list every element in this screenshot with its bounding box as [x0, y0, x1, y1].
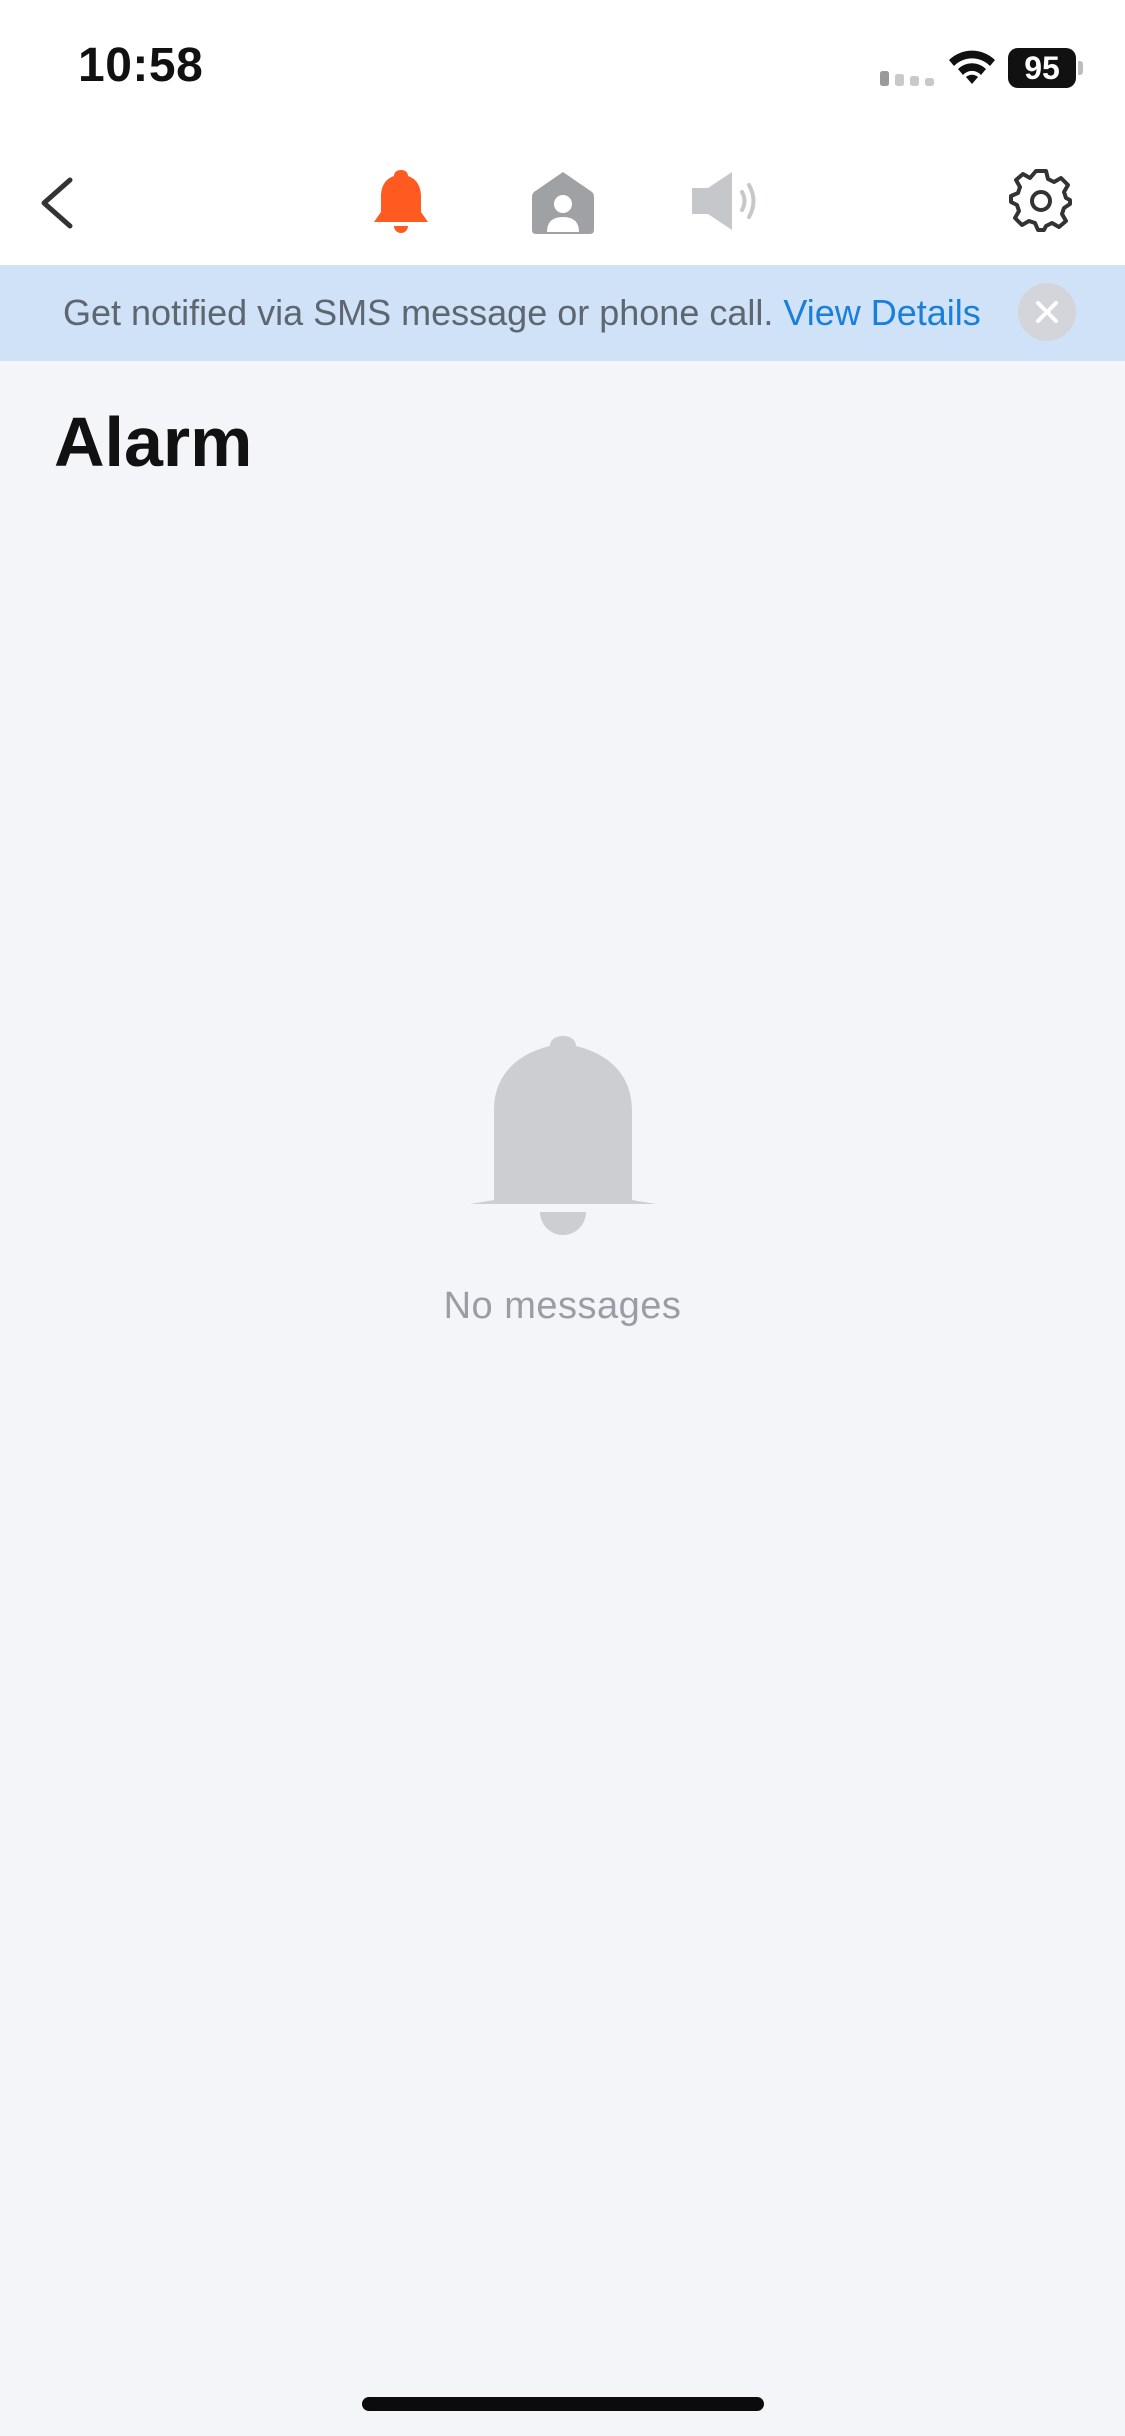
wifi-icon — [949, 50, 995, 84]
close-banner-button[interactable] — [1018, 283, 1076, 341]
battery-indicator: 95 — [1008, 48, 1076, 88]
home-indicator — [362, 2397, 764, 2411]
status-time: 10:58 — [78, 39, 204, 92]
battery-cap — [1078, 61, 1083, 75]
cellular-signal-icon — [880, 71, 934, 86]
view-details-link[interactable]: View Details — [783, 292, 980, 333]
banner-text: Get notified via SMS message or phone ca… — [63, 265, 981, 361]
page-title: Alarm — [54, 403, 253, 481]
speaker-icon[interactable] — [690, 168, 762, 234]
chevron-left-icon[interactable] — [32, 168, 86, 238]
status-bar: 10:58 95 — [0, 0, 1125, 140]
home-person-icon[interactable] — [530, 168, 596, 236]
bell-icon — [470, 1036, 656, 1235]
empty-state-text: No messages — [443, 1285, 682, 1327]
battery-level: 95 — [1024, 50, 1060, 86]
banner-message: Get notified via SMS message or phone ca… — [63, 292, 784, 333]
bell-icon[interactable] — [370, 166, 432, 238]
nav-bar — [0, 140, 1125, 265]
close-icon — [1036, 301, 1058, 323]
gear-icon[interactable] — [1008, 168, 1074, 234]
sms-notification-banner: Get notified via SMS message or phone ca… — [0, 265, 1125, 361]
